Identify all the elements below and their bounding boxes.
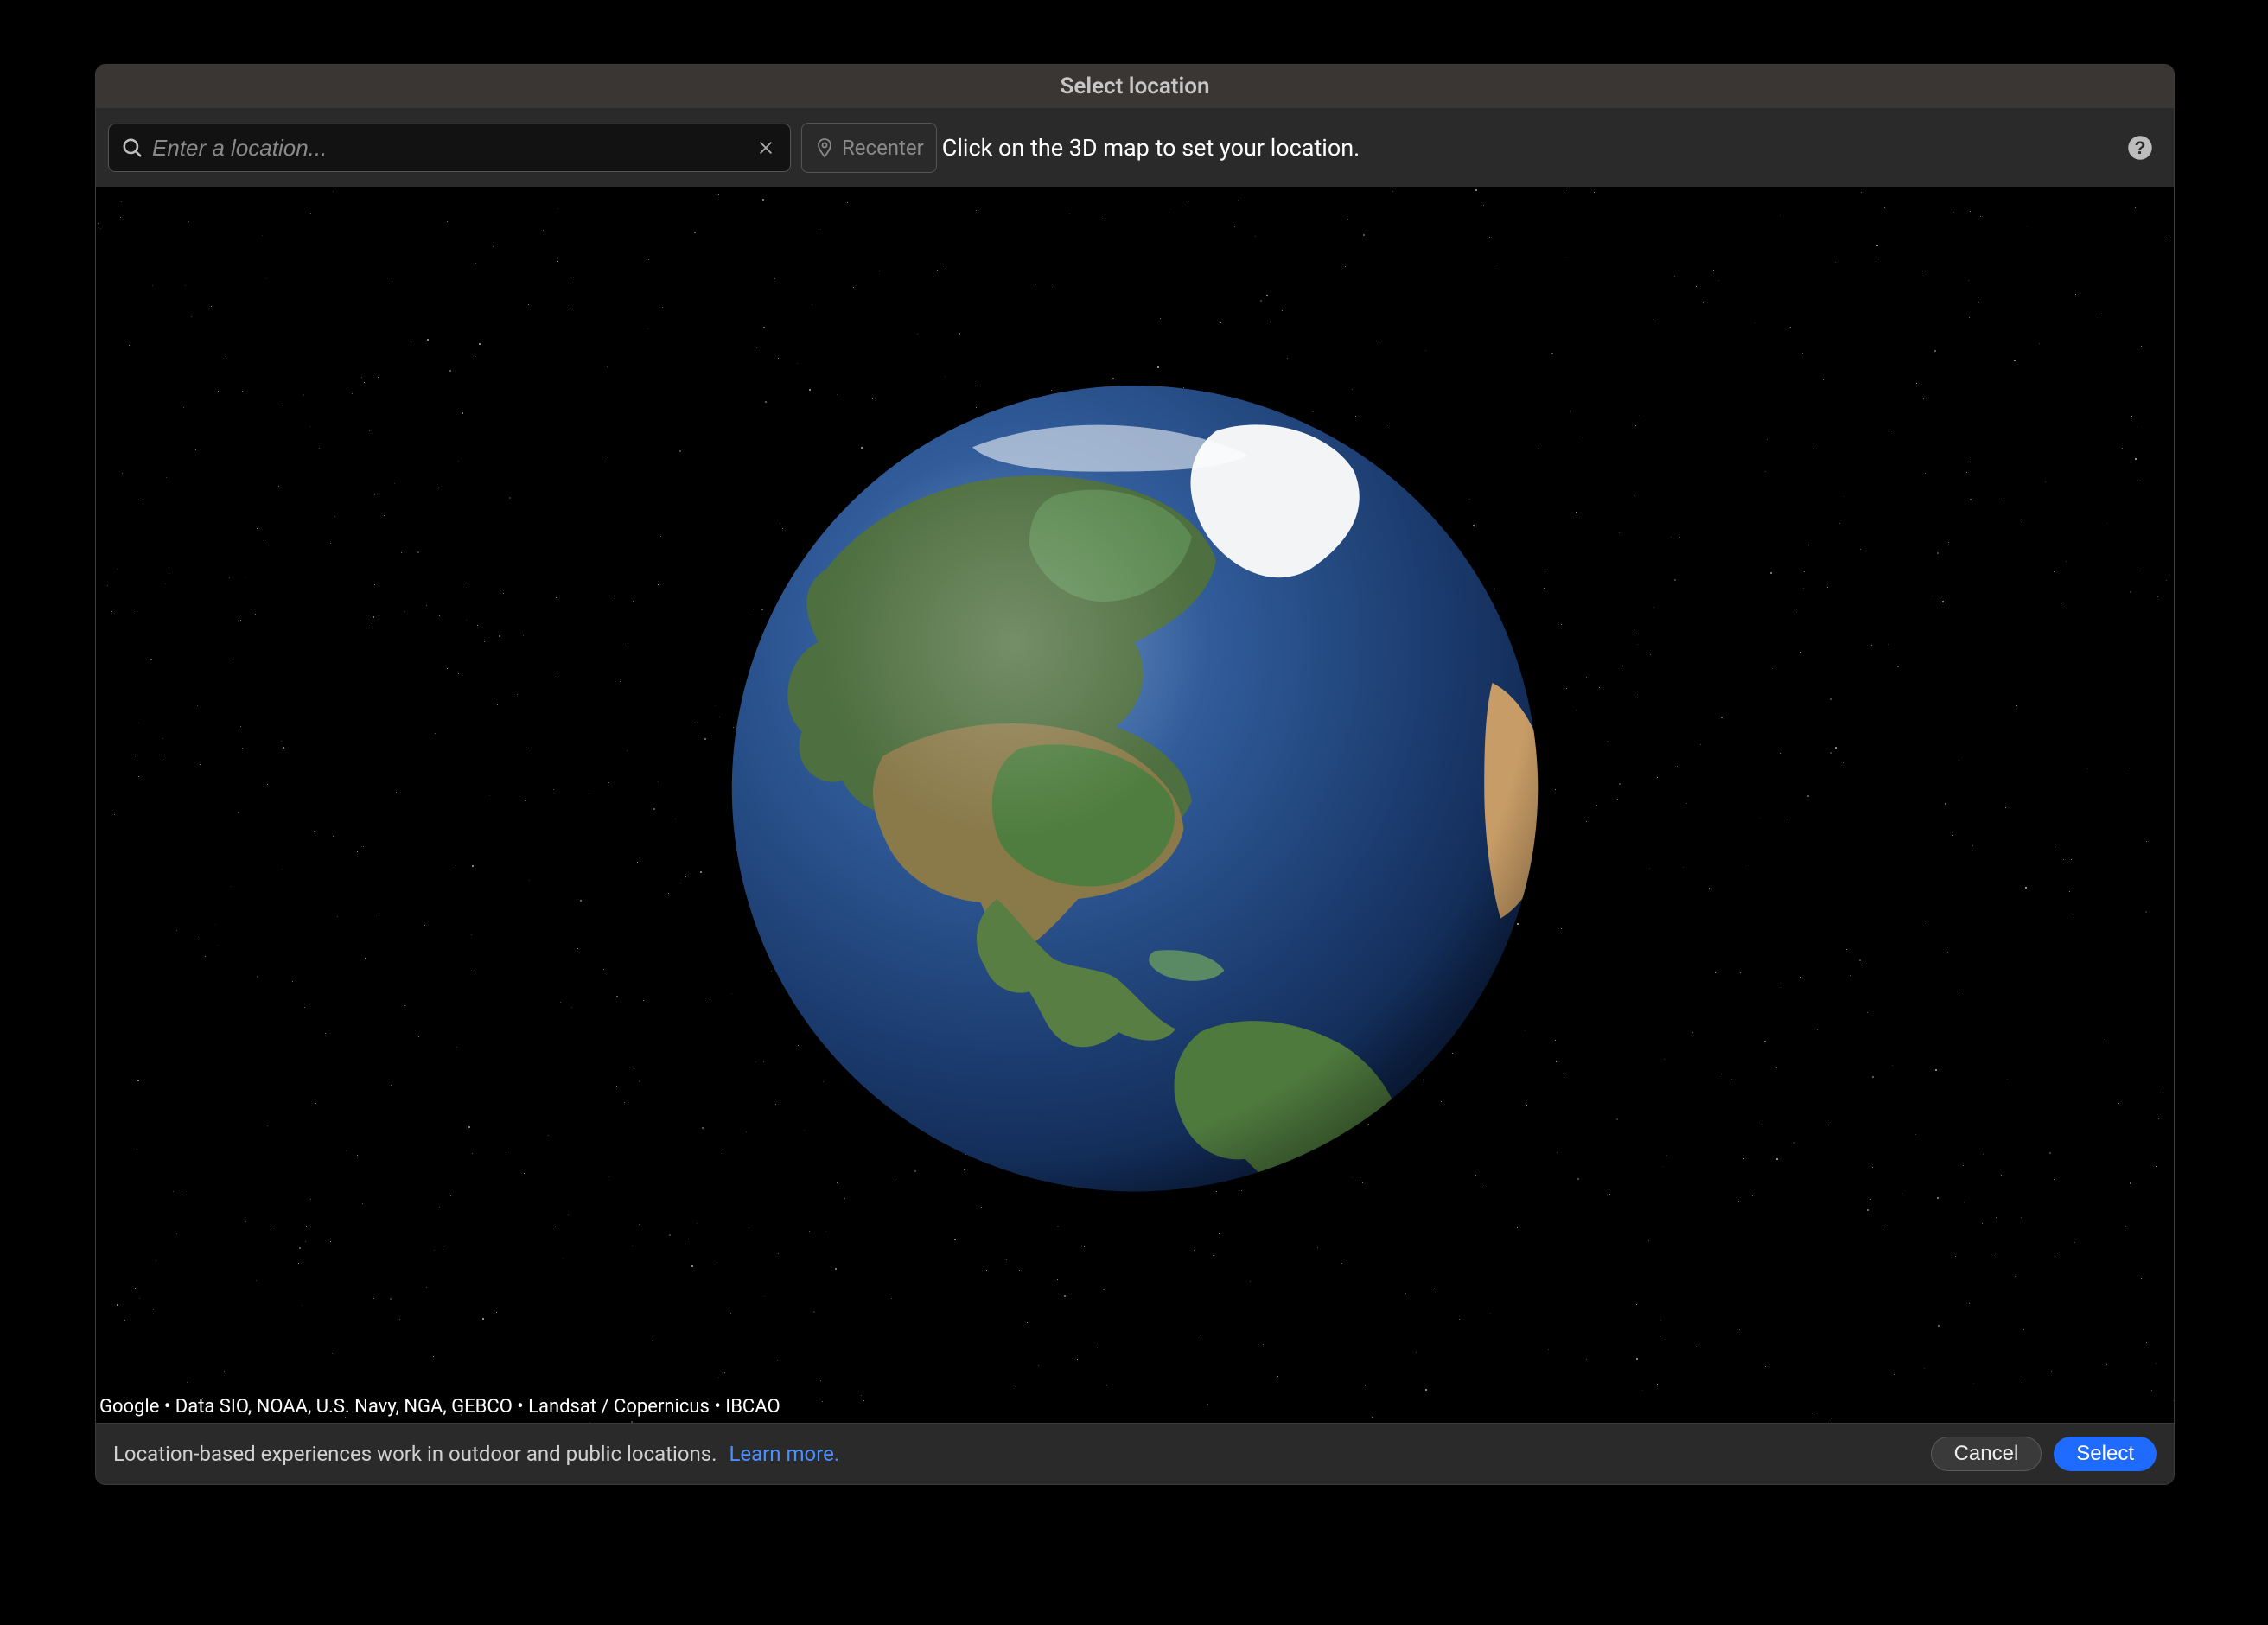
close-icon [757, 139, 774, 156]
select-location-dialog: Select location [95, 64, 2175, 1485]
select-button[interactable]: Select [2054, 1437, 2157, 1471]
hint-text: Click on the 3D map to set your location… [942, 134, 1360, 162]
svg-text:?: ? [2135, 137, 2146, 158]
footer-info-text: Location-based experiences work in outdo… [113, 1442, 717, 1466]
dialog-title: Select location [96, 65, 2174, 109]
map-pin-icon [814, 137, 835, 158]
clear-search-button[interactable] [754, 136, 778, 160]
map-attribution: Google • Data SIO, NOAA, U.S. Navy, NGA,… [99, 1396, 780, 1418]
toolbar: Recenter Click on the 3D map to set your… [96, 109, 2174, 187]
footer: Location-based experiences work in outdo… [96, 1423, 2174, 1484]
globe-graphic [729, 382, 1541, 1195]
search-field-wrap [108, 124, 791, 172]
search-input[interactable] [143, 135, 754, 162]
help-icon: ? [2127, 135, 2153, 161]
recenter-button[interactable]: Recenter [801, 123, 937, 173]
cancel-button[interactable]: Cancel [1931, 1437, 2042, 1471]
recenter-label: Recenter [842, 136, 924, 160]
globe-map[interactable]: Google • Data SIO, NOAA, U.S. Navy, NGA,… [96, 187, 2174, 1423]
search-icon [121, 137, 143, 159]
help-button[interactable]: ? [2127, 135, 2153, 161]
footer-info: Location-based experiences work in outdo… [113, 1442, 839, 1466]
learn-more-link[interactable]: Learn more. [729, 1442, 839, 1466]
